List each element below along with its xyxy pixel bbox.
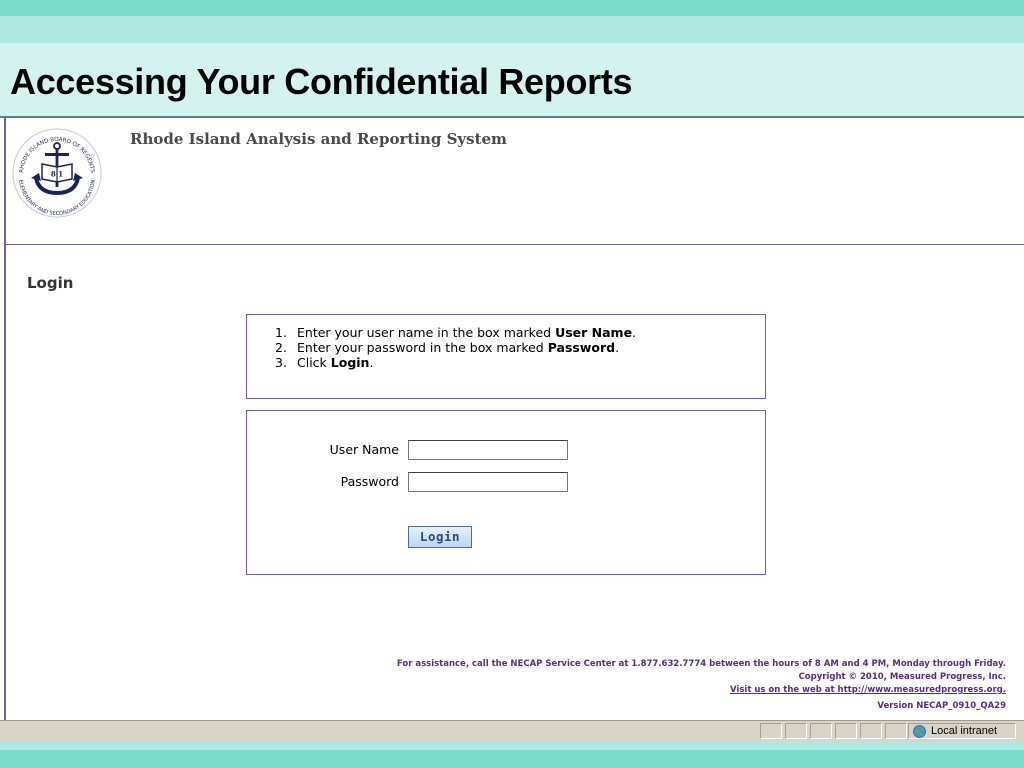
security-zone-indicator[interactable]: Local intranet [908, 723, 1016, 739]
bottom-band-light [0, 742, 1024, 750]
instructions-list: 1. Enter your user name in the box marked… [275, 325, 637, 370]
password-label: Password [340, 474, 399, 489]
status-pane [860, 723, 882, 739]
bottom-band [0, 750, 1024, 768]
login-button[interactable]: Login [408, 526, 472, 548]
top-band-light [0, 16, 1024, 43]
login-heading: Login [27, 274, 74, 292]
book-icon: 8 1 [41, 163, 73, 183]
status-pane [760, 723, 782, 739]
zone-label: Local intranet [931, 725, 998, 737]
version-text: Version NECAP_0910_QA29 [877, 701, 1006, 711]
browser-page: RHODE ISLAND BOARD OF REGENTS ELEMENTARY… [0, 116, 1024, 722]
page-left-border [4, 118, 6, 722]
username-input[interactable] [408, 440, 568, 460]
globe-icon [913, 725, 926, 738]
password-input[interactable] [408, 472, 568, 492]
status-pane [835, 723, 857, 739]
assistance-text: For assistance, call the NECAP Service C… [396, 659, 1006, 669]
instructions-box: 1. Enter your user name in the box marked… [246, 314, 766, 399]
username-label: User Name [329, 442, 399, 457]
slide-title: Accessing Your Confidential Reports [10, 61, 633, 102]
page-footer: For assistance, call the NECAP Service C… [397, 658, 1006, 713]
browser-status-bar: Local intranet [0, 720, 1024, 742]
header-divider [6, 244, 1024, 245]
website-link[interactable]: Visit us on the web at http://www.measur… [730, 685, 1006, 695]
top-band [0, 0, 1024, 16]
login-form: User Name Password Login [246, 410, 766, 575]
ride-seal-logo: RHODE ISLAND BOARD OF REGENTS ELEMENTARY… [12, 128, 102, 218]
copyright-text: Copyright © 2010, Measured Progress, Inc… [798, 672, 1006, 682]
logo-center-text: 8 1 [51, 170, 63, 179]
status-pane [885, 723, 907, 739]
system-title: Rhode Island Analysis and Reporting Syst… [130, 130, 507, 148]
instruction-item: 2. Enter your password in the box marked … [275, 340, 620, 355]
status-pane [810, 723, 832, 739]
instruction-item: 1. Enter your user name in the box marked… [275, 325, 637, 340]
instruction-item: 3. Click Login. [275, 355, 374, 370]
status-pane [785, 723, 807, 739]
